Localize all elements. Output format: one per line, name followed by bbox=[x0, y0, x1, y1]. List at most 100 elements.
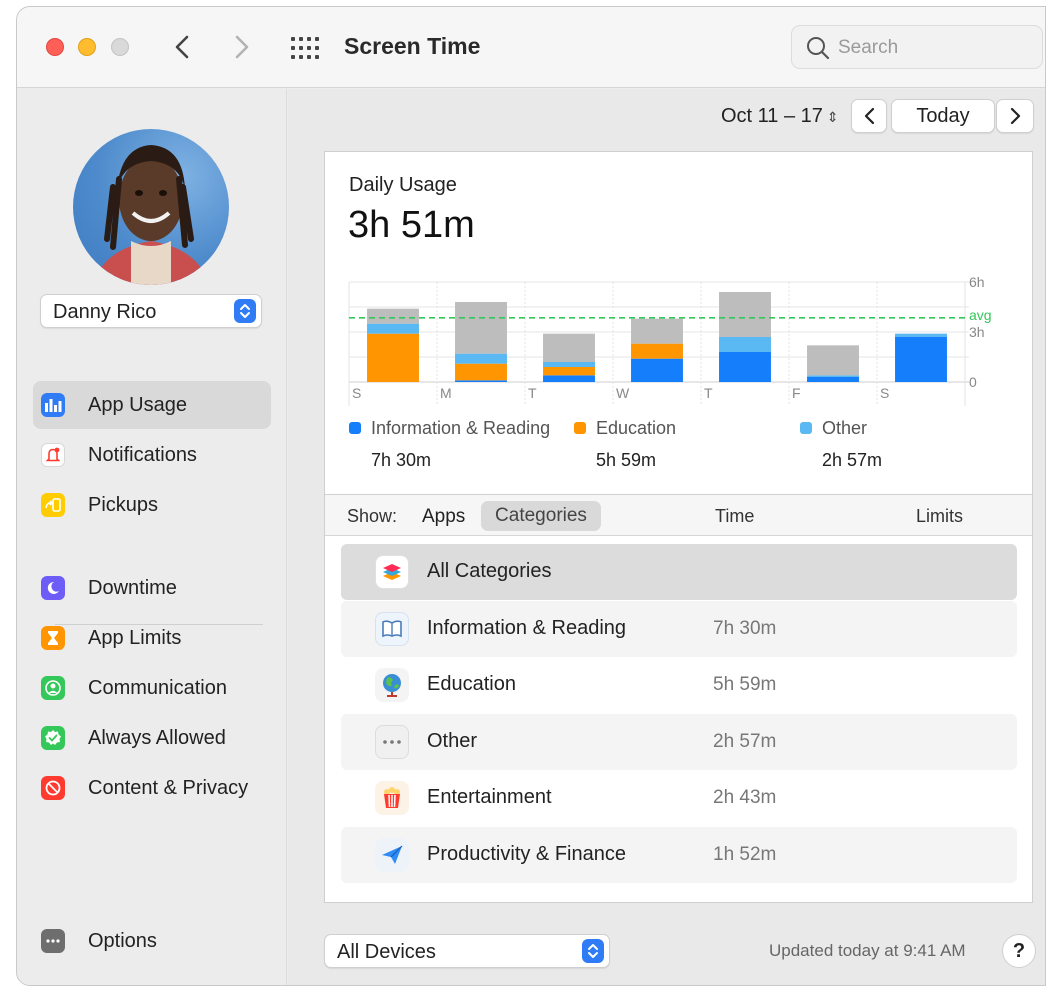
bar-segment bbox=[543, 375, 595, 382]
date-range-selector[interactable]: Oct 11 – 17 ⇕ bbox=[721, 105, 839, 128]
user-select[interactable]: Danny Rico bbox=[40, 294, 262, 328]
sidebar-item-content-privacy[interactable]: Content & Privacy bbox=[33, 764, 271, 812]
title-bar: Screen Time bbox=[17, 7, 1045, 88]
book-icon bbox=[375, 612, 409, 646]
window-title: Screen Time bbox=[344, 33, 481, 59]
x-tick-label: W bbox=[616, 385, 630, 401]
close-window-button[interactable] bbox=[46, 38, 64, 56]
list-item[interactable]: Education 5h 59m bbox=[341, 657, 1017, 713]
sidebar-item-always-allowed[interactable]: Always Allowed bbox=[33, 714, 271, 762]
bar-segment bbox=[367, 308, 419, 324]
bar-segment bbox=[807, 375, 859, 377]
no-entry-icon bbox=[41, 776, 65, 800]
row-time: 5h 59m bbox=[713, 674, 777, 695]
row-name: Information & Reading bbox=[427, 617, 627, 639]
user-avatar bbox=[73, 129, 229, 285]
chevron-updown-icon: ⇕ bbox=[826, 109, 839, 125]
legend-swatch bbox=[574, 422, 586, 434]
sidebar: Danny Rico App Usage Notifications Picku… bbox=[17, 89, 287, 985]
bar-segment bbox=[895, 337, 947, 382]
bar-segment bbox=[543, 362, 595, 367]
bar-segment bbox=[455, 380, 507, 382]
bar-segment bbox=[455, 363, 507, 381]
minimize-window-button[interactable] bbox=[78, 38, 96, 56]
legend-name: Education bbox=[596, 418, 677, 438]
sidebar-item-communication[interactable]: Communication bbox=[33, 664, 271, 712]
sidebar-item-label: Pickups bbox=[88, 494, 159, 516]
forward-icon[interactable] bbox=[227, 31, 255, 63]
usage-card: Daily Usage 3h 51m S M T W T F S 0 3h 6h avg Infor… bbox=[324, 151, 1033, 903]
list-item[interactable]: Information & Reading 7h 30m bbox=[341, 601, 1017, 657]
sidebar-item-notifications[interactable]: Notifications bbox=[33, 431, 271, 479]
x-tick-label: T bbox=[528, 385, 537, 401]
limits-column-header[interactable]: Limits bbox=[916, 506, 963, 527]
daily-usage-chart: S M T W T F S 0 3h 6h avg bbox=[348, 274, 992, 406]
bar-segment bbox=[719, 337, 771, 352]
sidebar-item-label: Always Allowed bbox=[88, 727, 226, 749]
previous-week-button[interactable] bbox=[851, 99, 887, 133]
downtime-icon bbox=[41, 576, 65, 600]
x-tick-label: F bbox=[792, 385, 801, 401]
x-tick-label: S bbox=[880, 385, 889, 401]
screen-time-window: Screen Time Danny Rico bbox=[16, 6, 1046, 986]
search-field[interactable] bbox=[791, 25, 1043, 69]
bar-segment bbox=[807, 377, 859, 382]
options-label: Options bbox=[88, 930, 157, 952]
sidebar-item-pickups[interactable]: Pickups bbox=[33, 481, 271, 529]
average-label: avg bbox=[969, 307, 992, 323]
back-icon[interactable] bbox=[169, 31, 197, 63]
list-item[interactable]: All Categories bbox=[341, 544, 1017, 600]
sidebar-item-app-limits[interactable]: App Limits bbox=[33, 614, 271, 662]
legend-value: 7h 30m bbox=[371, 450, 432, 470]
ellipsis-icon bbox=[375, 725, 409, 759]
bar-segment bbox=[543, 367, 595, 376]
today-button[interactable]: Today bbox=[891, 99, 995, 133]
sidebar-item-app-usage[interactable]: App Usage bbox=[33, 381, 271, 429]
stack-icon bbox=[375, 555, 409, 589]
search-input[interactable] bbox=[838, 34, 1028, 62]
next-week-button[interactable] bbox=[996, 99, 1034, 133]
bell-icon bbox=[41, 443, 65, 467]
legend-value: 5h 59m bbox=[596, 450, 657, 470]
popcorn-icon bbox=[375, 781, 409, 815]
bar-segment bbox=[455, 302, 507, 354]
legend-name: Information & Reading bbox=[371, 418, 551, 438]
date-range-label: Oct 11 – 17 bbox=[721, 105, 823, 127]
bar-segment bbox=[631, 343, 683, 359]
chevron-updown-icon bbox=[234, 299, 256, 323]
y-tick-label: 6h bbox=[969, 274, 985, 290]
bar-segment bbox=[807, 345, 859, 376]
x-tick-label: M bbox=[440, 385, 452, 401]
list-item[interactable]: Productivity & Finance 1h 52m bbox=[341, 827, 1017, 883]
bar-segment bbox=[631, 318, 683, 344]
usage-total: 3h 51m bbox=[348, 204, 475, 246]
x-tick-label: T bbox=[704, 385, 713, 401]
list-item[interactable]: Other 2h 57m bbox=[341, 714, 1017, 770]
show-label: Show: bbox=[347, 506, 398, 526]
row-name: Education bbox=[427, 673, 516, 695]
sidebar-item-label: Notifications bbox=[88, 444, 197, 466]
row-time: 7h 30m bbox=[713, 618, 777, 639]
bar-segment bbox=[719, 292, 771, 337]
zoom-window-button[interactable] bbox=[111, 38, 129, 56]
row-time: 2h 57m bbox=[713, 731, 777, 752]
hourglass-icon bbox=[41, 626, 65, 650]
bar-segment bbox=[719, 352, 771, 382]
row-time: 2h 43m bbox=[713, 787, 777, 808]
time-column-header[interactable]: Time bbox=[715, 506, 754, 527]
y-tick-label: 0 bbox=[969, 374, 977, 390]
device-select[interactable]: All Devices bbox=[324, 934, 610, 968]
updated-timestamp: Updated today at 9:41 AM bbox=[769, 941, 966, 960]
show-apps-button[interactable]: Apps bbox=[422, 506, 465, 528]
help-button[interactable]: ? bbox=[1002, 934, 1036, 968]
options-button[interactable]: Options bbox=[33, 917, 271, 965]
show-all-grid-icon[interactable] bbox=[291, 37, 321, 59]
sidebar-item-label: Content & Privacy bbox=[88, 777, 249, 799]
sidebar-item-downtime[interactable]: Downtime bbox=[33, 564, 271, 612]
bar-segment bbox=[895, 333, 947, 337]
show-categories-button[interactable]: Categories bbox=[481, 501, 601, 531]
list-item[interactable]: Entertainment 2h 43m bbox=[341, 770, 1017, 826]
bar-segment bbox=[631, 358, 683, 382]
row-name: All Categories bbox=[427, 560, 552, 582]
device-label: All Devices bbox=[337, 941, 436, 963]
